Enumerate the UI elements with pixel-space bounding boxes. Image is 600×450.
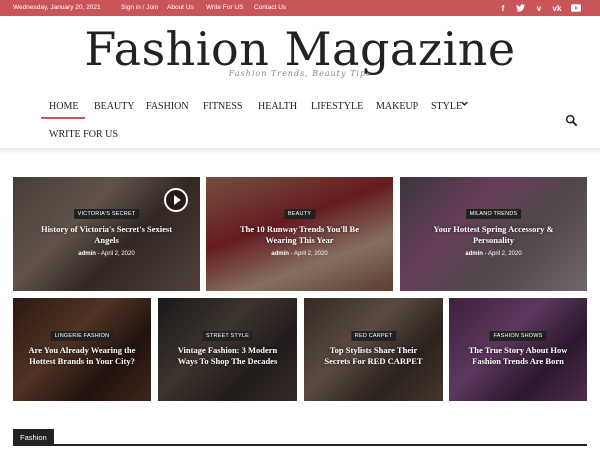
nav-lifestyle[interactable]: LIFESTYLE bbox=[311, 101, 363, 112]
post-title[interactable]: Are You Already Wearing the Hottest Bran… bbox=[19, 345, 145, 367]
write-for-us-link[interactable]: Write For US bbox=[206, 4, 243, 11]
site-tagline: Fashion Trends, Beauty Tips bbox=[228, 69, 372, 78]
secondary-post-1[interactable]: LINGERIE FASHION Are You Already Wearing… bbox=[13, 298, 151, 401]
post-date: April 2, 2020 bbox=[100, 251, 135, 257]
secondary-post-2[interactable]: STREET STYLE Vintage Fashion: 3 Modern W… bbox=[158, 298, 297, 401]
sign-in-link[interactable]: Sign in / Join bbox=[121, 4, 158, 11]
nav-home[interactable]: HOME bbox=[49, 101, 78, 112]
category-badge[interactable]: MILANO TRENDS bbox=[465, 209, 522, 219]
facebook-icon[interactable]: f bbox=[497, 2, 509, 14]
category-badge[interactable]: BEAUTY bbox=[283, 209, 316, 219]
contact-us-link[interactable]: Contact Us bbox=[254, 4, 286, 11]
nav-write-for-us[interactable]: WRITE FOR US bbox=[49, 129, 118, 140]
top-bar: Wednesday, January 20, 2021 Sign in / Jo… bbox=[0, 0, 600, 16]
post-meta: admin - April 2, 2020 bbox=[271, 251, 328, 257]
nav-fitness[interactable]: FITNESS bbox=[203, 101, 242, 112]
post-title[interactable]: Top Stylists Share Their Secrets For RED… bbox=[310, 345, 437, 367]
post-meta: admin - April 2, 2020 bbox=[465, 251, 522, 257]
play-video-icon[interactable] bbox=[164, 188, 188, 212]
post-meta: admin - April 2, 2020 bbox=[78, 251, 135, 257]
section-divider bbox=[13, 444, 587, 446]
post-author[interactable]: admin bbox=[271, 251, 289, 257]
section-title-fashion[interactable]: Fashion bbox=[13, 429, 54, 445]
chevron-down-icon bbox=[461, 99, 468, 110]
post-title[interactable]: Your Hottest Spring Accessory & Personal… bbox=[410, 224, 577, 246]
category-badge[interactable]: FASHION SHOWS bbox=[489, 331, 547, 341]
category-badge[interactable]: VICTORIA'S SECRET bbox=[73, 209, 140, 219]
site-logo[interactable]: Fashion Magazine bbox=[0, 24, 600, 74]
current-date: Wednesday, January 20, 2021 bbox=[13, 4, 101, 11]
header-shadow bbox=[0, 148, 600, 154]
post-title[interactable]: The True Story About How Fashion Trends … bbox=[455, 345, 581, 367]
featured-post-2[interactable]: BEAUTY The 10 Runway Trends You'll Be We… bbox=[206, 177, 393, 291]
post-author[interactable]: admin bbox=[78, 251, 96, 257]
post-title[interactable]: The 10 Runway Trends You'll Be Wearing T… bbox=[216, 224, 383, 246]
category-badge[interactable]: LINGERIE FASHION bbox=[50, 331, 114, 341]
vk-icon[interactable]: vk bbox=[551, 2, 563, 14]
category-badge[interactable]: STREET STYLE bbox=[202, 331, 253, 341]
nav-health[interactable]: HEALTH bbox=[258, 101, 297, 112]
search-icon[interactable] bbox=[565, 114, 579, 128]
nav-active-indicator bbox=[41, 117, 85, 119]
nav-fashion[interactable]: FASHION bbox=[146, 101, 189, 112]
featured-post-3[interactable]: MILANO TRENDS Your Hottest Spring Access… bbox=[400, 177, 587, 291]
secondary-post-3[interactable]: RED CARPET Top Stylists Share Their Secr… bbox=[304, 298, 443, 401]
youtube-icon[interactable] bbox=[570, 2, 582, 14]
post-author[interactable]: admin bbox=[465, 251, 483, 257]
post-title[interactable]: Vintage Fashion: 3 Modern Ways To Shop T… bbox=[164, 345, 291, 367]
category-badge[interactable]: RED CARPET bbox=[350, 331, 397, 341]
post-date: April 2, 2020 bbox=[293, 251, 328, 257]
post-date: April 2, 2020 bbox=[487, 251, 522, 257]
nav-makeup[interactable]: MAKEUP bbox=[376, 101, 418, 112]
vimeo-icon[interactable]: v bbox=[533, 2, 545, 14]
nav-style[interactable]: STYLE bbox=[431, 101, 462, 112]
post-title[interactable]: History of Victoria's Secret's Sexiest A… bbox=[23, 224, 190, 246]
secondary-post-4[interactable]: FASHION SHOWS The True Story About How F… bbox=[449, 298, 587, 401]
nav-beauty[interactable]: BEAUTY bbox=[94, 101, 135, 112]
twitter-icon[interactable] bbox=[514, 2, 526, 14]
about-us-link[interactable]: About Us bbox=[167, 4, 194, 11]
